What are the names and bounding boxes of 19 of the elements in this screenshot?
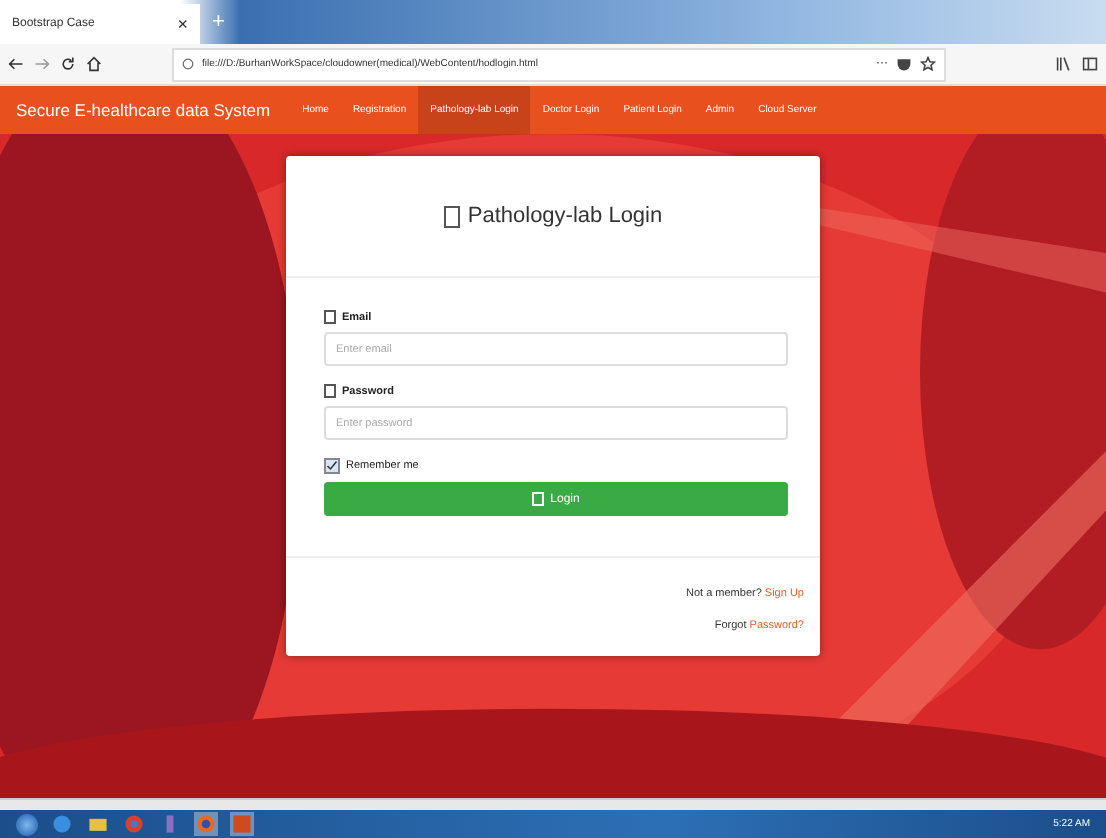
- library-icon[interactable]: [1056, 56, 1072, 72]
- brand-title[interactable]: Secure E-healthcare data System: [16, 100, 271, 120]
- star-icon[interactable]: [920, 56, 936, 72]
- sidebar-icon[interactable]: [1082, 56, 1098, 72]
- remember-checkbox[interactable]: [324, 458, 340, 474]
- login-icon: [443, 205, 460, 227]
- reload-icon[interactable]: [60, 56, 76, 72]
- field-icon: [324, 384, 336, 398]
- close-tab-button[interactable]: ×: [177, 14, 188, 34]
- field-icon: [324, 310, 336, 324]
- new-tab-button[interactable]: +: [200, 4, 237, 44]
- start-button[interactable]: [16, 813, 38, 835]
- info-icon: [182, 58, 194, 70]
- card-title: Pathology-lab Login: [467, 204, 663, 228]
- forward-icon[interactable]: [34, 56, 50, 72]
- horizontal-scrollbar[interactable]: [0, 798, 1106, 810]
- home-icon[interactable]: [86, 56, 102, 72]
- browser-icon[interactable]: [50, 812, 74, 836]
- back-icon[interactable]: [8, 56, 24, 72]
